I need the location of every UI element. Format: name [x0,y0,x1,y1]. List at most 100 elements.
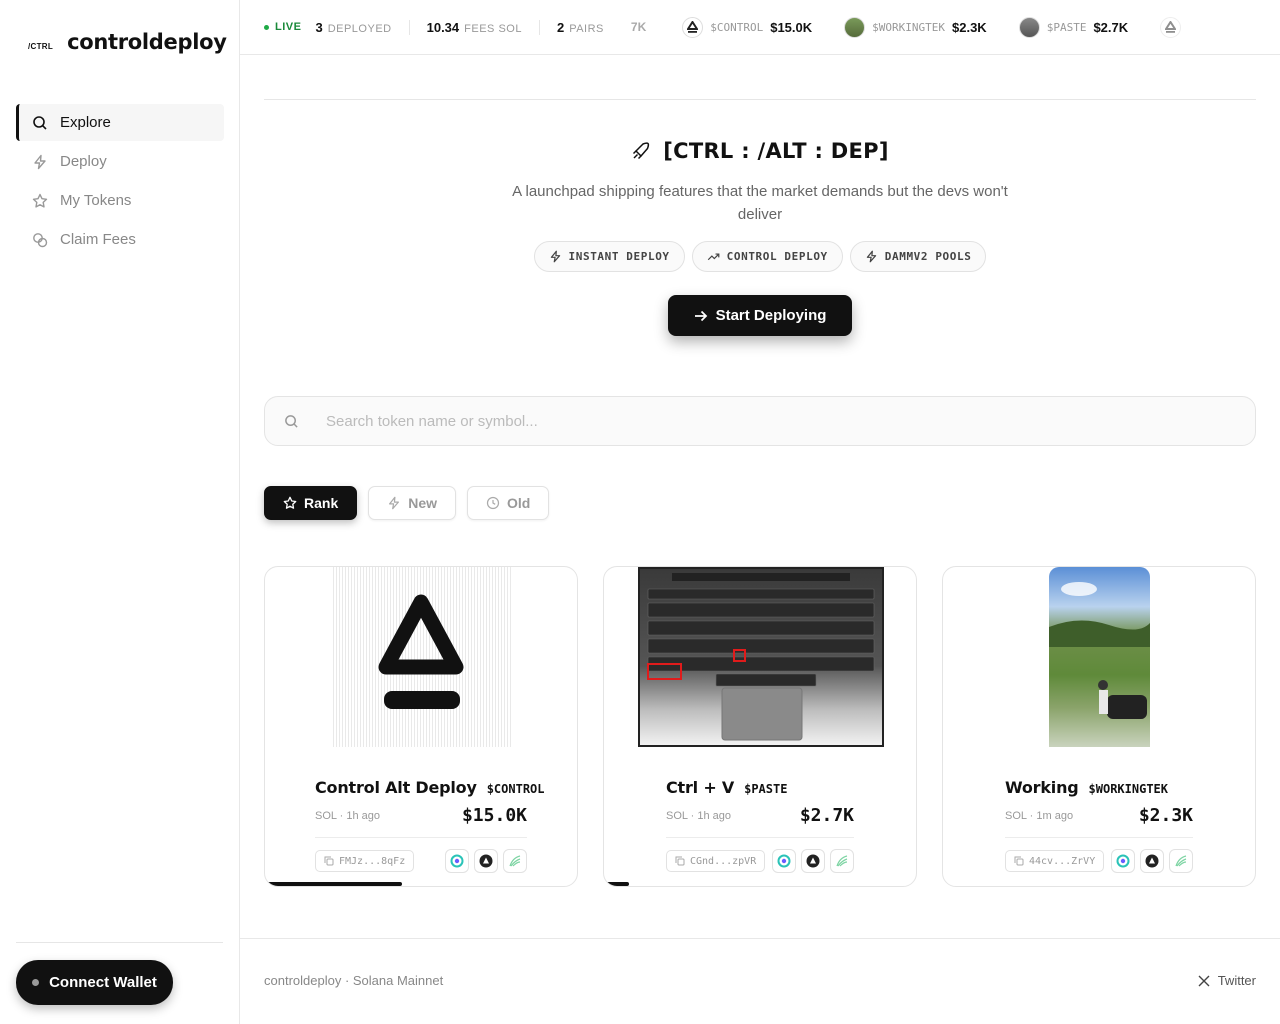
lightning-icon [550,250,560,263]
hero-title: [CTRL : /ALT : DEP] [240,139,1280,163]
brand-name: controldeploy [67,30,227,54]
chip-instant-deploy: INSTANT DEPLOY [533,241,685,272]
stat-pairs: 2 PAIRS [540,20,621,35]
token-card[interactable]: Working $WORKINGTEK SOL · 1m ago $2.3K 4… [942,566,1256,887]
chip-label: INSTANT DEPLOY [568,250,670,263]
ticker-token-control[interactable]: $CONTROL $15.0K [682,16,812,38]
star-icon [32,193,48,208]
jupiter-link[interactable] [445,849,469,873]
sidebar-item-claim-fees[interactable]: Claim Fees [16,221,224,258]
copy-address-button[interactable]: CGnd...zpVR [666,850,766,872]
token-meta: SOL · 1m ago [1005,810,1074,822]
copy-icon [324,856,334,866]
token-symbol: $PASTE [1046,20,1087,34]
meteora-icon [1175,855,1187,867]
chip-control-deploy: CONTROL DEPLOY [691,241,843,272]
token-avatar [844,16,866,38]
arrow-right-icon [694,310,707,321]
token-name-row: Control Alt Deploy $CONTROL [315,778,545,797]
jupiter-icon [1116,854,1130,868]
sidebar-item-deploy[interactable]: Deploy [16,143,224,180]
hero-title-text: [CTRL : /ALT : DEP] [663,139,889,163]
token-name: Control Alt Deploy [315,778,477,797]
axiom-icon [479,854,493,868]
copy-address-button[interactable]: 44cv...ZrVY [1005,850,1105,872]
sidebar-item-label: Explore [60,114,111,131]
search-bar[interactable] [264,396,1256,446]
token-name: Ctrl + V [666,778,735,797]
sort-rank-button[interactable]: Rank [264,486,358,520]
twitter-label: Twitter [1217,973,1256,988]
axiom-link[interactable] [1140,849,1164,873]
meteora-link[interactable] [830,849,854,873]
card-divider [666,837,854,838]
token-name-row: Ctrl + V $PASTE [666,778,787,797]
token-name: Working [1005,778,1079,797]
token-avatar [682,16,704,38]
token-address: 44cv...ZrVY [1029,855,1096,867]
status-dot [32,979,40,986]
token-avatar [1160,16,1182,38]
twitter-link[interactable]: Twitter [1198,973,1256,988]
eject-icon [378,594,464,709]
meteora-link[interactable] [1169,849,1193,873]
stat-value: 10.34 [426,19,460,35]
footer-network: controldeploy · Solana Mainnet [264,973,444,988]
ticker-token-control-repeat[interactable] [1160,16,1182,38]
token-meta: SOL · 1h ago [315,810,381,822]
axiom-icon [806,854,820,868]
token-market-cap: $15.0K [461,805,527,826]
token-links [445,849,527,873]
token-links [772,849,854,873]
axiom-link[interactable] [474,849,498,873]
brand-tag: /CTRL [28,42,54,51]
stat-label: FEES SOL [464,22,522,35]
meteora-link[interactable] [503,849,527,873]
bonding-progress-bar [604,882,629,886]
axiom-link[interactable] [801,849,825,873]
copy-icon [675,856,685,866]
token-card[interactable]: Control Alt Deploy $CONTROL SOL · 1h ago… [264,566,578,887]
copy-icon [1014,856,1024,866]
jupiter-link[interactable] [772,849,796,873]
jupiter-link[interactable] [1111,849,1135,873]
ticker-token-workingtek[interactable]: $WORKINGTEK $2.3K [844,16,987,38]
sort-new-button[interactable]: New [368,486,457,520]
lightning-icon [389,496,400,510]
token-meta: SOL · 1h ago [666,810,732,822]
meteora-icon [509,855,521,867]
lightning-icon [866,250,876,263]
token-image [331,567,511,747]
token-links [1111,849,1193,873]
connect-wallet-button[interactable]: Connect Wallet [16,960,173,1005]
start-deploying-button[interactable]: Start Deploying [668,295,852,336]
copy-address-button[interactable]: FMJz...8qFz [315,850,415,872]
token-symbol: $CONTROL [710,20,764,34]
search-input[interactable] [326,412,1126,430]
token-symbol: $PASTE [744,782,788,796]
stats-ticker: LIVE 3 DEPLOYED 10.34 FEES SOL 2 PAIRS 7… [240,0,1280,55]
photo-scene [1049,582,1150,719]
token-address: CGnd...zpVR [690,855,757,867]
token-image [638,567,884,747]
sidebar-item-label: My Tokens [60,192,132,209]
sidebar-item-label: Deploy [60,153,107,170]
chip-label: DAMMV2 POOLS [884,250,972,263]
brand-logo[interactable]: /CTRL controldeploy [28,30,227,54]
token-symbol: $WORKINGTEK [1088,782,1169,796]
ticker-token-paste[interactable]: $PASTE $2.7K [1018,16,1128,38]
cta-label: Start Deploying [715,307,827,324]
sidebar-item-label: Claim Fees [60,231,136,248]
sort-old-button[interactable]: Old [467,486,550,520]
token-symbol: $CONTROL [486,782,545,796]
coins-icon [33,232,48,247]
card-divider [1005,837,1193,838]
sidebar-item-explore[interactable]: Explore [16,104,224,141]
stat-value: 2 [556,19,565,35]
sidebar-item-my-tokens[interactable]: My Tokens [16,182,224,219]
meteora-icon [836,855,848,867]
token-image [1049,567,1150,747]
token-card[interactable]: Ctrl + V $PASTE SOL · 1h ago $2.7K CGnd.… [603,566,917,887]
token-symbol: $WORKINGTEK [872,20,945,34]
ticker-fade-text: 7K [630,20,647,34]
